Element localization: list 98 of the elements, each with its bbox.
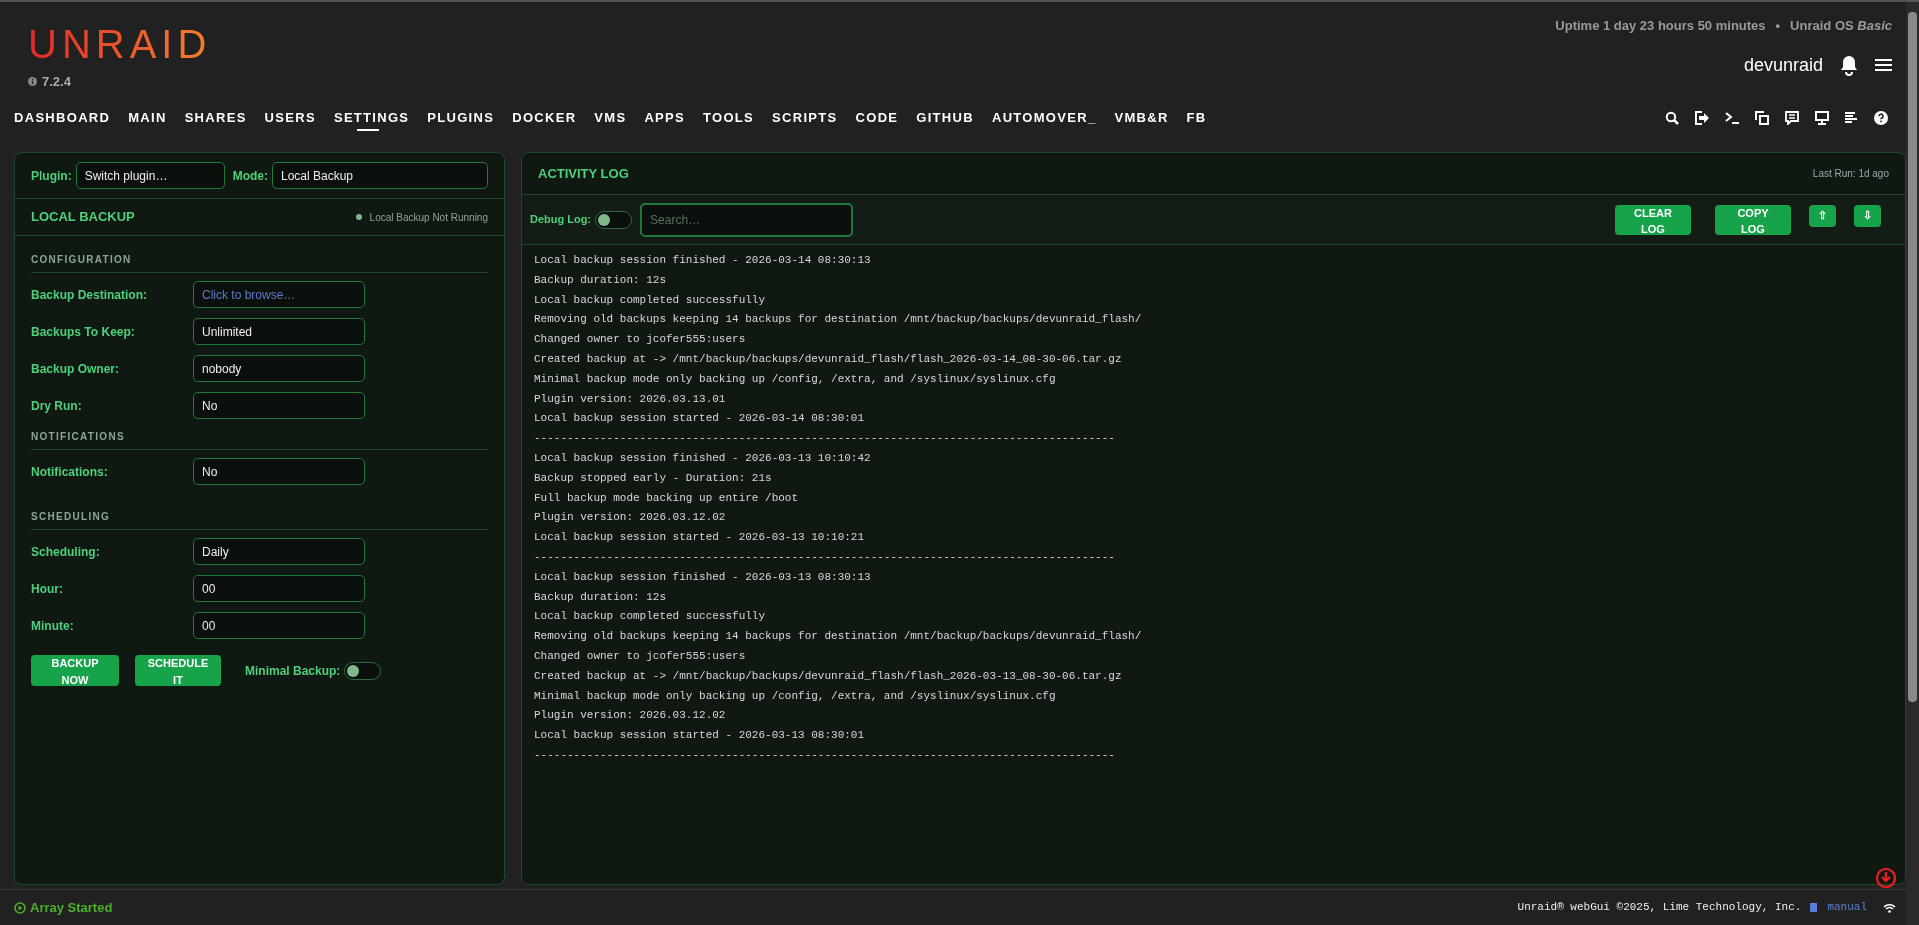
- monitor-icon[interactable]: [1815, 111, 1829, 125]
- log-line: Local backup session started - 2026-03-13 10:10:21: [534, 530, 866, 546]
- nav-tab[interactable]: DASHBOARD: [14, 106, 111, 130]
- log-line: Created backup at -> /mnt/backup/backups/devunraid_flash/flash_2026-03-13_08-30-06.tar.gz: [534, 668, 1123, 684]
- input-field[interactable]: nobody: [193, 355, 365, 382]
- help-icon[interactable]: [1874, 111, 1888, 125]
- book-icon: [1809, 902, 1820, 913]
- nav-tab[interactable]: VMB&R: [1114, 106, 1169, 130]
- info-icon: [28, 77, 37, 87]
- mode-label: Mode:: [232, 167, 268, 185]
- nav-tab[interactable]: FB: [1186, 106, 1207, 130]
- copyright-text: Unraid® webGui ©2025, Lime Technology, Inc.: [1517, 900, 1802, 916]
- field-label: Dry Run:: [31, 397, 83, 415]
- log-line: Plugin version: 2026.03.12.02: [534, 708, 727, 724]
- scrollbar[interactable]: [1906, 2, 1919, 925]
- panel-title: ACTIVITY LOG: [538, 164, 629, 183]
- nav-tab[interactable]: SHARES: [184, 106, 247, 130]
- log-line: ----------------------------------------------------------------------------------------: [534, 431, 1116, 447]
- input-field[interactable]: Click to browse…: [193, 281, 365, 308]
- nav-tab[interactable]: SCRIPTS: [772, 106, 838, 130]
- log-line: Full backup mode backing up entire /boot: [534, 490, 800, 506]
- array-status: Array Started: [30, 898, 113, 917]
- log-line: Plugin version: 2026.03.12.02: [534, 510, 727, 526]
- field-label: Backups To Keep:: [31, 323, 136, 341]
- section-heading: CONFIGURATION: [31, 252, 488, 273]
- log-line: Local backup session finished - 2026-03-14 08:30:13: [534, 253, 872, 268]
- log-line: ----------------------------------------------------------------------------------------: [534, 747, 1116, 763]
- nav-tab[interactable]: APPS: [644, 106, 686, 130]
- search-field[interactable]: Search…: [640, 202, 854, 237]
- debug-log-toggle[interactable]: [595, 210, 633, 229]
- log-line: Local backup session finished - 2026-03-13 10:10:42: [534, 450, 872, 466]
- log-line: Backup stopped early - Duration: 21s: [534, 470, 773, 486]
- status-text: Local Backup Not Running: [369, 210, 488, 225]
- panel-title: LOCAL BACKUP: [31, 208, 135, 227]
- bell-icon[interactable]: [1839, 54, 1859, 76]
- toggle-label: Debug Log:: [530, 212, 592, 228]
- nav-tab[interactable]: PLUGINS: [427, 106, 495, 130]
- mode-select[interactable]: Local Backup: [272, 162, 488, 189]
- field-label: Scheduling:: [31, 543, 101, 561]
- field-label: Notifications:: [31, 463, 109, 481]
- input-field[interactable]: 00: [193, 612, 365, 639]
- hostname: devunraid: [1743, 53, 1823, 77]
- log-line: Minimal backup mode only backing up /config, /extra, and /syslinux/syslinux.cfg: [534, 371, 1057, 387]
- nav-tab[interactable]: USERS: [264, 106, 316, 130]
- input-field[interactable]: 00: [193, 575, 365, 602]
- log-icon[interactable]: [1845, 111, 1858, 125]
- uptime-text: Uptime 1 day 23 hours 50 minutes: [1555, 17, 1766, 35]
- log-line: Local backup completed successfully: [534, 292, 767, 308]
- search-icon[interactable]: [1665, 111, 1679, 125]
- menu-icon[interactable]: [1875, 58, 1892, 72]
- input-field[interactable]: Daily: [193, 538, 365, 565]
- log-line: Plugin version: 2026.03.13.01: [534, 391, 727, 407]
- toggle-label: Minimal Backup:: [245, 662, 341, 680]
- log-line: Created backup at -> /mnt/backup/backups/devunraid_flash/flash_2026-03-14_08-30-06.tar.gz: [534, 352, 1123, 367]
- field-label: Backup Destination:: [31, 286, 148, 304]
- logout-icon[interactable]: [1695, 111, 1709, 125]
- nav-tab[interactable]: VMS: [594, 106, 627, 130]
- log-line: Local backup session finished - 2026-03-13 08:30:13: [534, 569, 872, 585]
- chat-icon[interactable]: [1785, 111, 1799, 125]
- log-line: Changed owner to jcofer555:users: [534, 332, 747, 348]
- log-line: ----------------------------------------------------------------------------------------: [534, 549, 1116, 565]
- nav-tab[interactable]: SETTINGS: [333, 106, 410, 130]
- separator: •: [1775, 17, 1781, 35]
- section-heading: NOTIFICATIONS: [31, 429, 488, 450]
- field-label: Hour:: [31, 580, 64, 598]
- last-run-text: Last Run: 1d ago: [1812, 167, 1889, 181]
- nav-tab[interactable]: TOOLS: [703, 106, 755, 130]
- input-field[interactable]: No: [193, 458, 365, 485]
- plugin-label: Plugin:: [31, 167, 72, 185]
- wifi-icon: [1883, 902, 1896, 913]
- play-icon: [14, 901, 26, 914]
- field-label: Backup Owner:: [31, 360, 121, 378]
- input-field[interactable]: No: [193, 392, 365, 419]
- nav-tab[interactable]: GITHUB: [916, 106, 974, 130]
- nav-tab[interactable]: AUTOMOVER_: [991, 106, 1097, 130]
- nav-tab[interactable]: CODE: [855, 106, 899, 130]
- log-line: Removing old backups keeping 14 backups for destination /mnt/backup/backups/devunraid_flash/: [534, 629, 1143, 645]
- section-heading: SCHEDULING: [31, 509, 488, 530]
- nav-tab[interactable]: DOCKER: [512, 106, 577, 130]
- log-line: Local backup completed successfully: [534, 609, 767, 625]
- log-line: Local backup session started - 2026-03-13 08:30:01: [534, 728, 866, 744]
- os-label: Unraid OS Basic: [1790, 17, 1892, 35]
- minimal-backup-toggle[interactable]: [344, 661, 382, 680]
- field-label: Minute:: [31, 617, 75, 635]
- nav-tab[interactable]: MAIN: [128, 106, 167, 130]
- plugin-select[interactable]: Switch plugin…: [75, 162, 225, 189]
- log-line: Local backup session started - 2026-03-14 08:30:01: [534, 411, 866, 427]
- version-text: 7.2.4: [42, 73, 71, 91]
- log-line: Backup duration: 12s: [534, 272, 668, 288]
- download-icon[interactable]: [1876, 868, 1896, 888]
- log-line: Changed owner to jcofer555:users: [534, 648, 747, 664]
- manual-link[interactable]: manual: [1827, 899, 1867, 916]
- windows-icon[interactable]: [1755, 111, 1769, 125]
- log-line: Minimal backup mode only backing up /config, /extra, and /syslinux/syslinux.cfg: [534, 688, 1057, 704]
- input-field[interactable]: Unlimited: [193, 318, 365, 345]
- terminal-icon[interactable]: [1725, 111, 1739, 125]
- log-line: Removing old backups keeping 14 backups for destination /mnt/backup/backups/devunraid_flash/: [534, 312, 1143, 328]
- log-line: Backup duration: 12s: [534, 589, 668, 605]
